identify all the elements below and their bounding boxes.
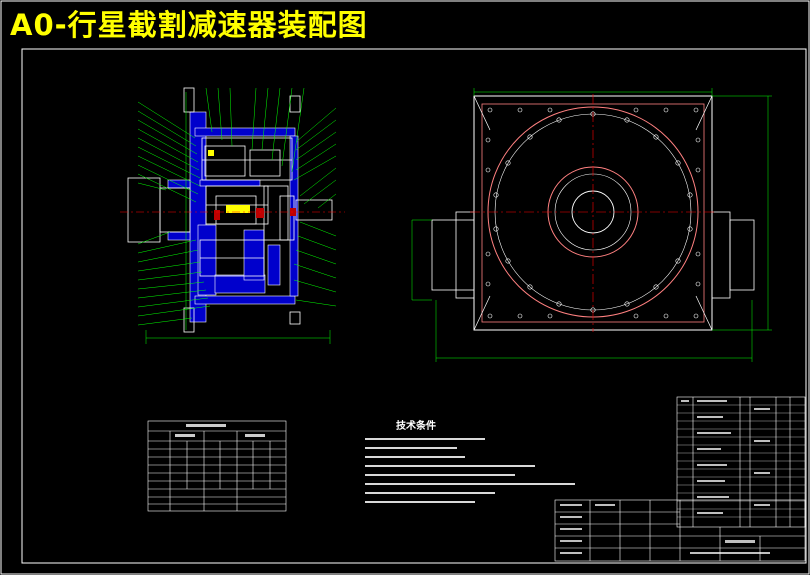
cad-drawing — [0, 0, 810, 575]
technical-requirements-lines — [365, 438, 575, 503]
leader-lines-right — [293, 107, 337, 307]
section-view — [120, 87, 345, 344]
end-view — [411, 88, 772, 362]
dimension-lines — [411, 88, 772, 362]
parameter-table — [147, 420, 287, 512]
parts-list — [676, 396, 806, 528]
sheet-frame — [0, 0, 810, 575]
drawing-sheet: A0-行星截割减速器装配图 技术条件 — [0, 0, 810, 575]
